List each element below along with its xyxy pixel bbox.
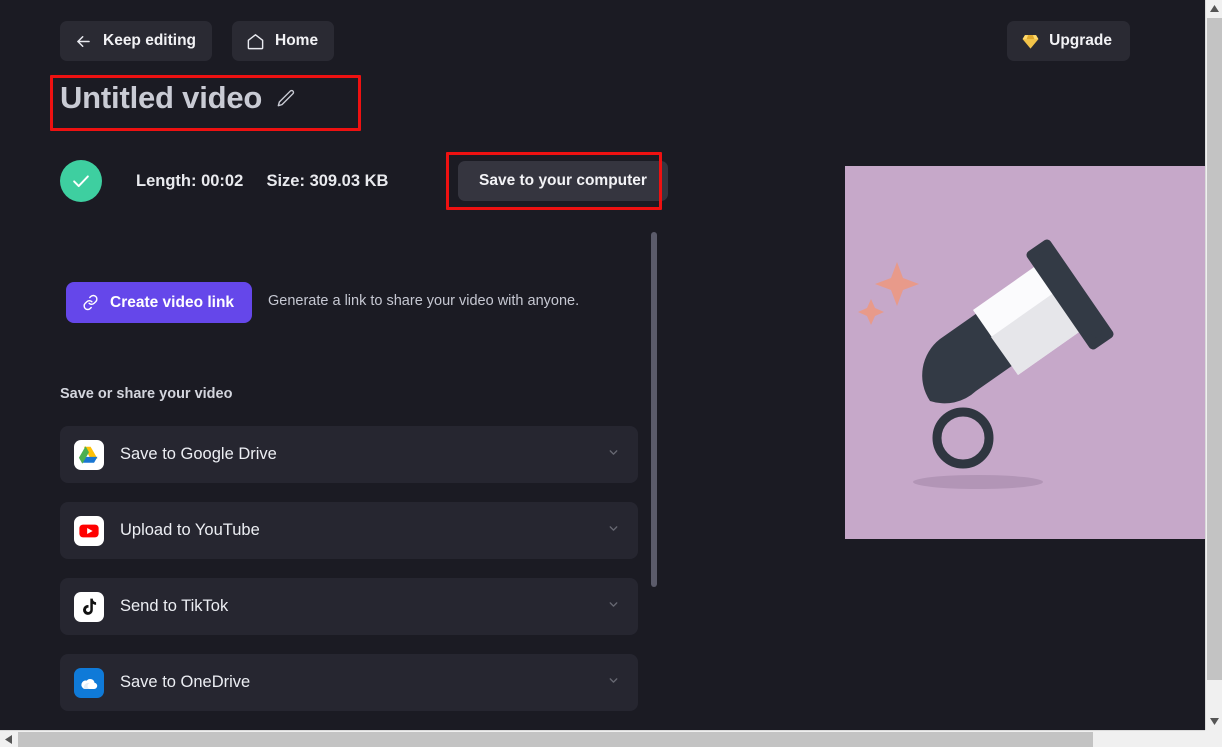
share-options-panel: Create video link Generate a link to sha…: [0, 228, 668, 730]
panel-scrollbar[interactable]: [650, 228, 658, 730]
tiktok-icon: [74, 591, 104, 622]
chevron-down-icon[interactable]: [607, 446, 620, 464]
keep-editing-label: Keep editing: [103, 32, 197, 49]
chevron-down-icon[interactable]: [607, 674, 620, 692]
share-item-label: Save to Google Drive: [120, 445, 277, 463]
panel-scrollbar-thumb[interactable]: [651, 232, 657, 587]
share-item-onedrive[interactable]: Save to OneDrive: [60, 654, 638, 711]
upgrade-label: Upgrade: [1049, 32, 1112, 49]
google-drive-icon: [74, 439, 104, 470]
page-title: Untitled video: [60, 80, 263, 115]
share-item-tiktok[interactable]: Send to TikTok: [60, 578, 638, 635]
chevron-down-icon[interactable]: [607, 522, 620, 540]
export-status-row: Length: 00:02 Size: 309.03 KB: [60, 160, 388, 202]
share-item-label: Send to TikTok: [120, 597, 229, 615]
create-video-link-label: Create video link: [110, 293, 235, 311]
check-circle-icon: [60, 160, 102, 202]
horizontal-scrollbar[interactable]: [0, 730, 1222, 747]
link-icon: [82, 294, 99, 311]
share-item-label: Save to OneDrive: [120, 673, 251, 691]
megaphone-illustration: [845, 166, 1205, 539]
share-item-youtube[interactable]: Upload to YouTube: [60, 502, 638, 559]
onedrive-icon: [74, 667, 104, 698]
upgrade-button[interactable]: Upgrade: [1007, 21, 1130, 61]
home-icon: [246, 32, 265, 51]
share-item-google-drive[interactable]: Save to Google Drive: [60, 426, 638, 483]
share-list: Save to Google Drive Upload to YouTube S…: [60, 426, 638, 730]
scroll-up-arrow-icon[interactable]: [1206, 0, 1222, 17]
share-section-title: Save or share your video: [60, 386, 233, 402]
scroll-left-arrow-icon[interactable]: [0, 731, 17, 747]
video-length: Length: 00:02: [136, 171, 244, 190]
diamond-icon: [1021, 32, 1040, 51]
arrow-left-icon: [74, 32, 93, 51]
keep-editing-button[interactable]: Keep editing: [60, 21, 213, 61]
create-link-hint: Generate a link to share your video with…: [268, 293, 580, 309]
chevron-down-icon[interactable]: [607, 598, 620, 616]
scroll-down-arrow-icon[interactable]: [1206, 713, 1222, 730]
youtube-icon: [74, 515, 104, 546]
video-size: Size: 309.03 KB: [266, 171, 389, 190]
home-label: Home: [275, 32, 319, 49]
home-button[interactable]: Home: [232, 21, 335, 61]
video-title-row[interactable]: Untitled video: [60, 80, 296, 116]
save-to-computer-button[interactable]: Save to your computer: [458, 161, 668, 201]
scrollbar-corner: [1205, 730, 1222, 747]
vertical-scrollbar[interactable]: [1205, 0, 1222, 730]
status-metrics: Length: 00:02 Size: 309.03 KB: [136, 172, 388, 191]
page-canvas: Keep editing Home Upgrade Untitled video…: [0, 0, 1205, 730]
share-item-label: Upload to YouTube: [120, 521, 260, 539]
horizontal-scrollbar-thumb[interactable]: [18, 732, 1093, 747]
top-toolbar: Keep editing Home Upgrade: [0, 0, 1205, 80]
recorder-export-screen: Keep editing Home Upgrade Untitled video…: [0, 0, 1222, 747]
create-video-link-button[interactable]: Create video link: [66, 282, 253, 323]
vertical-scrollbar-thumb[interactable]: [1207, 18, 1222, 680]
pencil-icon[interactable]: [275, 88, 296, 109]
